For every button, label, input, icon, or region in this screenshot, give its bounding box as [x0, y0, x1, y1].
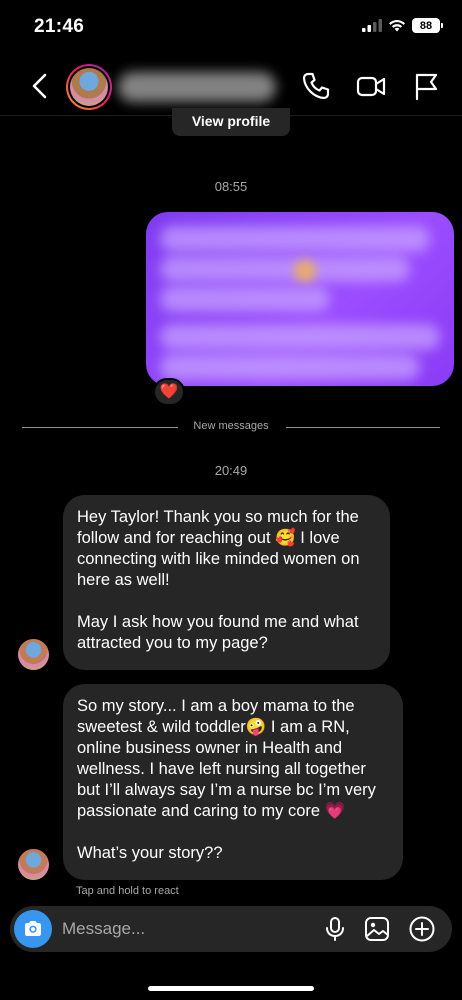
back-chevron-icon[interactable]	[24, 70, 56, 102]
signal-icon	[362, 19, 382, 32]
timestamp: 20:49	[214, 463, 248, 478]
received-message-bubble[interactable]: Hey Taylor! Thank you so much for the fo…	[63, 495, 390, 670]
status-icons: 88	[362, 18, 443, 33]
tap-hold-hint: Tap and hold to react	[76, 885, 179, 897]
message-text: May I ask how you found me and what attr…	[77, 613, 359, 652]
message-composer	[10, 906, 452, 952]
battery-icon: 88	[412, 18, 443, 33]
camera-button[interactable]	[14, 910, 52, 948]
flag-icon[interactable]	[410, 70, 442, 102]
gallery-icon[interactable]	[363, 915, 391, 943]
wifi-icon	[389, 19, 405, 32]
message-input[interactable]	[62, 918, 302, 940]
view-profile-button[interactable]: View profile	[172, 108, 290, 136]
message-text: What’s your story??	[77, 844, 223, 862]
message-text: So my story... I am a boy mama to the sw…	[77, 697, 376, 820]
status-bar: 21:46 88	[0, 0, 462, 56]
sender-avatar[interactable]	[18, 849, 49, 880]
sent-message-bubble-blurred[interactable]	[146, 212, 454, 386]
microphone-icon[interactable]	[321, 915, 349, 943]
timestamp: 08:55	[214, 179, 248, 194]
status-time: 21:46	[34, 16, 85, 37]
new-messages-label: New messages	[193, 420, 269, 432]
received-message-bubble[interactable]: So my story... I am a boy mama to the sw…	[63, 684, 403, 880]
chat-header	[0, 56, 462, 116]
sender-avatar[interactable]	[18, 639, 49, 670]
video-icon[interactable]	[355, 70, 387, 102]
camera-icon	[25, 921, 41, 936]
contact-name-blurred[interactable]	[118, 72, 276, 102]
plus-circle-icon[interactable]	[408, 915, 436, 943]
home-indicator[interactable]	[148, 986, 314, 991]
phone-icon[interactable]	[300, 70, 332, 102]
new-messages-divider: New messages	[22, 420, 440, 434]
heart-reaction[interactable]: ❤️	[153, 378, 185, 406]
message-text: Hey Taylor! Thank you so much for the fo…	[77, 508, 360, 589]
contact-avatar[interactable]	[66, 64, 112, 110]
